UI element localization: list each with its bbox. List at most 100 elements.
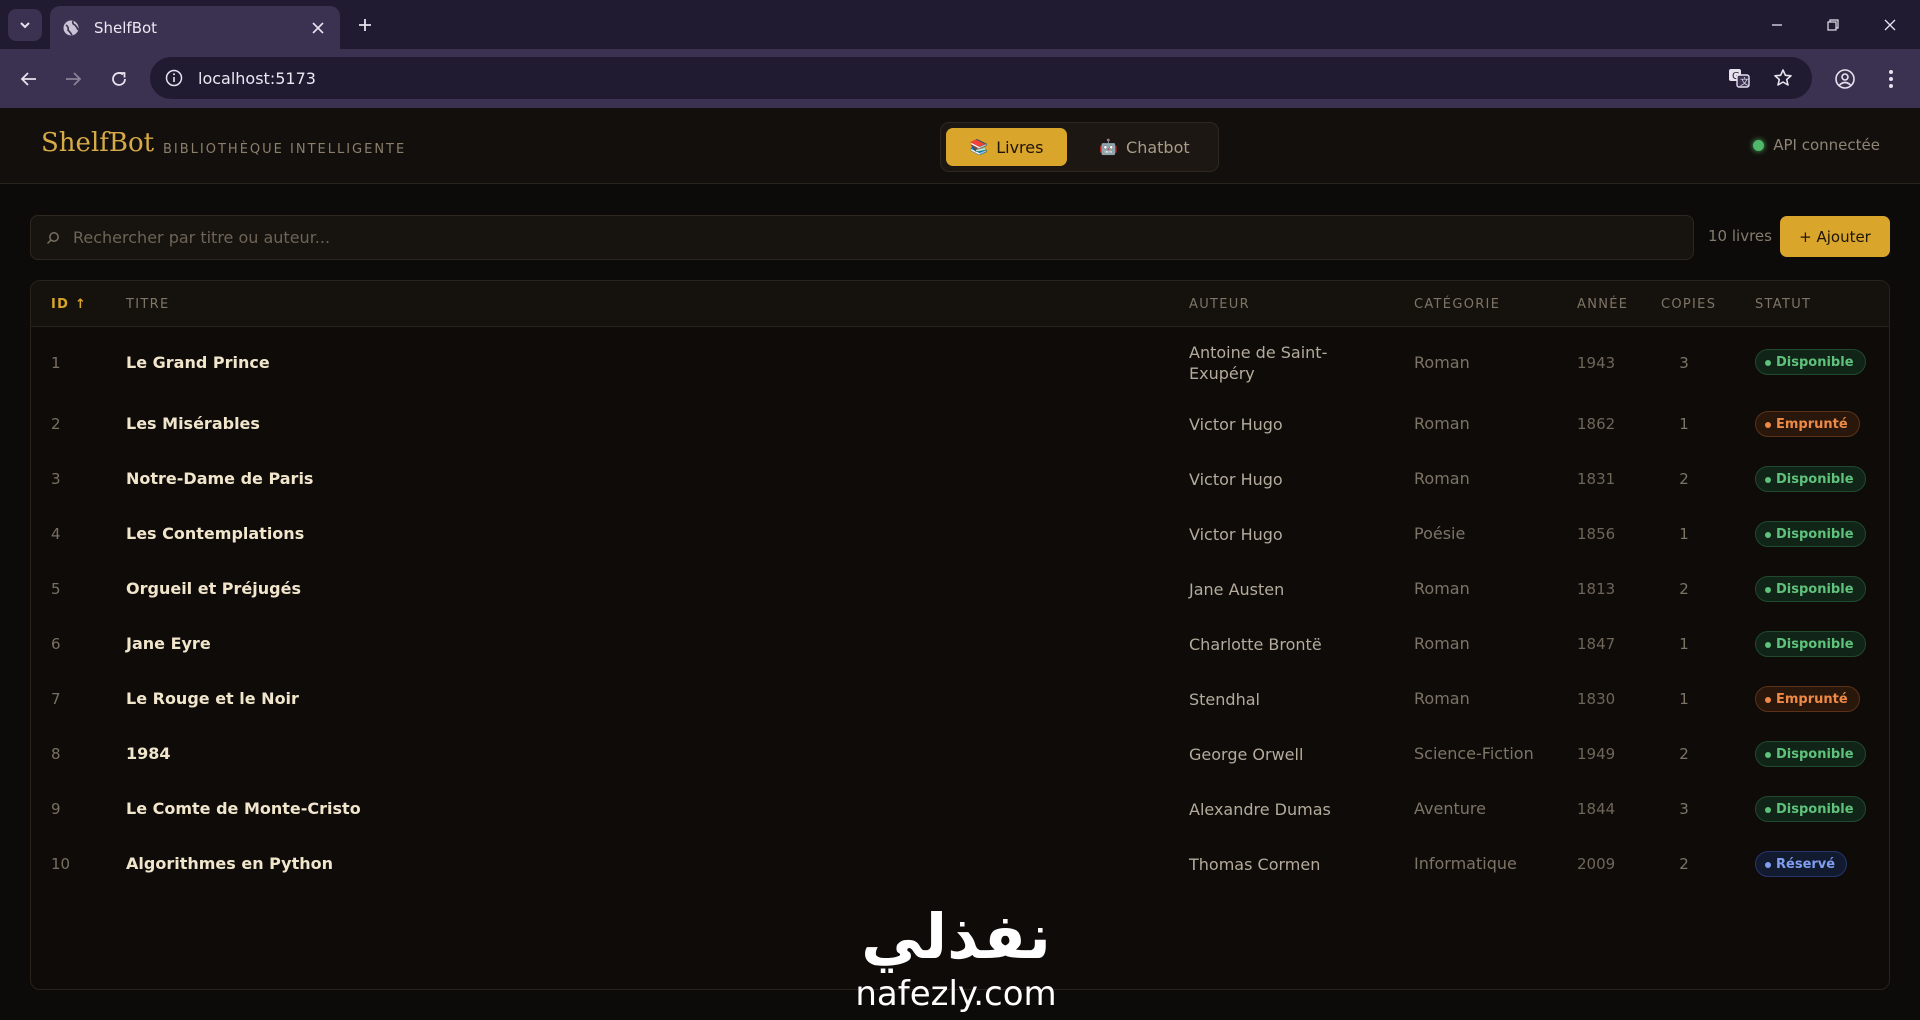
cell-year: 1856 <box>1577 525 1616 543</box>
tab-livres[interactable]: 📚 Livres <box>946 128 1067 166</box>
minimize-icon <box>1772 23 1782 26</box>
cell-category: Roman <box>1414 353 1470 372</box>
robot-icon: 🤖 <box>1099 138 1119 156</box>
brand-tagline: BIBLIOTHÈQUE INTELLIGENTE <box>163 142 407 157</box>
cell-copies: 1 <box>1679 635 1689 653</box>
cell-year: 1830 <box>1577 690 1616 708</box>
cell-author: Thomas Cormen <box>1189 855 1321 874</box>
books-icon: 📚 <box>969 138 989 156</box>
status-badge: Emprunté <box>1755 686 1860 712</box>
minimize-button[interactable] <box>1749 0 1805 49</box>
cell-copies: 3 <box>1679 354 1689 372</box>
column-header-title[interactable]: TITRE <box>126 297 169 312</box>
cell-category: Roman <box>1414 469 1470 488</box>
table-row[interactable]: 7 Le Rouge et le Noir Stendhal Roman 183… <box>31 673 1889 728</box>
status-badge: Disponible <box>1755 741 1866 767</box>
cell-title: Algorithmes en Python <box>126 854 334 873</box>
cell-author: Victor Hugo <box>1189 415 1283 434</box>
cell-category: Science-Fiction <box>1414 744 1534 763</box>
status-badge: Réservé <box>1755 851 1848 877</box>
table-row[interactable]: 8 1984 George Orwell Science-Fiction 194… <box>31 728 1889 783</box>
cell-title: Orgueil et Préjugés <box>126 579 301 598</box>
tab-chatbot-label: Chatbot <box>1126 137 1190 157</box>
cell-id: 6 <box>51 635 61 653</box>
cell-author: Victor Hugo <box>1189 470 1283 489</box>
book-count: 10 livres <box>1708 227 1772 245</box>
address-bar[interactable]: localhost:5173 G文 <box>150 57 1812 99</box>
cell-id: 9 <box>51 800 61 818</box>
table-row[interactable]: 1 Le Grand Prince Antoine de Saint-Exupé… <box>31 328 1889 398</box>
cell-id: 10 <box>51 855 71 873</box>
column-header-id[interactable]: ID ↑ <box>51 297 87 312</box>
table-row[interactable]: 5 Orgueil et Préjugés Jane Austen Roman … <box>31 563 1889 618</box>
tab-livres-label: Livres <box>996 137 1044 157</box>
browser-menu-button[interactable] <box>1876 64 1906 94</box>
status-dot-icon <box>1753 139 1765 151</box>
tab-search-button[interactable] <box>8 9 42 41</box>
translate-icon[interactable]: G文 <box>1724 63 1754 93</box>
cell-copies: 3 <box>1679 800 1689 818</box>
column-header-author[interactable]: AUTEUR <box>1189 297 1250 312</box>
cell-category: Roman <box>1414 634 1470 653</box>
cell-id: 1 <box>51 354 61 372</box>
table-row[interactable]: 10 Algorithmes en Python Thomas Cormen I… <box>31 838 1889 893</box>
cell-copies: 2 <box>1679 470 1689 488</box>
restore-icon <box>1827 18 1839 31</box>
cell-title: Le Comte de Monte-Cristo <box>126 799 361 818</box>
bookmark-star-icon[interactable] <box>1768 63 1798 93</box>
cell-title: Les Contemplations <box>126 524 305 543</box>
search-input[interactable] <box>73 216 1693 259</box>
cell-category: Poésie <box>1414 524 1466 543</box>
arrow-right-icon <box>66 72 82 86</box>
column-header-status[interactable]: STATUT <box>1755 297 1811 312</box>
cell-category: Roman <box>1414 414 1470 433</box>
column-header-year[interactable]: ANNÉE <box>1577 297 1628 312</box>
forward-button[interactable] <box>58 64 88 94</box>
cell-category: Roman <box>1414 579 1470 598</box>
site-info-icon[interactable] <box>162 66 186 90</box>
add-book-button[interactable]: + Ajouter <box>1780 216 1890 257</box>
table-row[interactable]: 2 Les Misérables Victor Hugo Roman 1862 … <box>31 398 1889 453</box>
cell-copies: 2 <box>1679 855 1689 873</box>
restore-button[interactable] <box>1805 0 1861 49</box>
cell-year: 1847 <box>1577 635 1616 653</box>
cell-year: 1844 <box>1577 800 1616 818</box>
table-row[interactable]: 4 Les Contemplations Victor Hugo Poésie … <box>31 508 1889 563</box>
close-window-button[interactable] <box>1862 0 1918 49</box>
app-header: ShelfBot BIBLIOTHÈQUE INTELLIGENTE 📚 Liv… <box>0 108 1920 184</box>
status-badge: Disponible <box>1755 796 1866 822</box>
watermark-latin: nafezly.com <box>855 974 1057 1014</box>
table-row[interactable]: 3 Notre-Dame de Paris Victor Hugo Roman … <box>31 453 1889 508</box>
status-badge: Emprunté <box>1755 411 1860 437</box>
cell-author: George Orwell <box>1189 745 1304 764</box>
table-row[interactable]: 9 Le Comte de Monte-Cristo Alexandre Dum… <box>31 783 1889 838</box>
column-header-category[interactable]: CATÉGORIE <box>1414 297 1500 312</box>
cell-author: Charlotte Brontë <box>1189 635 1322 654</box>
browser-tab-active[interactable]: ShelfBot <box>50 6 340 49</box>
new-tab-button[interactable] <box>350 12 380 38</box>
tab-chatbot[interactable]: 🤖 Chatbot <box>1074 128 1215 166</box>
back-button[interactable] <box>14 64 44 94</box>
status-badge: Disponible <box>1755 576 1866 602</box>
reload-button[interactable] <box>104 64 134 94</box>
tab-close-button[interactable] <box>308 18 328 38</box>
cell-year: 1831 <box>1577 470 1616 488</box>
books-table: ID ↑ TITRE AUTEUR CATÉGORIE ANNÉE COPIES… <box>30 280 1890 990</box>
profile-button[interactable] <box>1830 64 1860 94</box>
reload-icon <box>112 72 126 86</box>
plus-icon <box>359 19 371 31</box>
cell-author: Jane Austen <box>1189 580 1285 599</box>
cell-year: 1862 <box>1577 415 1616 433</box>
cell-title: Les Misérables <box>126 414 260 433</box>
cell-title: Jane Eyre <box>126 634 211 653</box>
cell-category: Informatique <box>1414 854 1517 873</box>
column-header-copies[interactable]: COPIES <box>1661 297 1716 312</box>
watermark: نفذلي nafezly.com <box>836 900 1076 1014</box>
cell-id: 8 <box>51 745 61 763</box>
table-row[interactable]: 6 Jane Eyre Charlotte Brontë Roman 1847 … <box>31 618 1889 673</box>
brand-logo[interactable]: ShelfBot <box>41 128 154 158</box>
cell-category: Roman <box>1414 689 1470 708</box>
cell-copies: 1 <box>1679 690 1689 708</box>
cell-copies: 2 <box>1679 745 1689 763</box>
url-text[interactable]: localhost:5173 <box>198 69 1724 88</box>
